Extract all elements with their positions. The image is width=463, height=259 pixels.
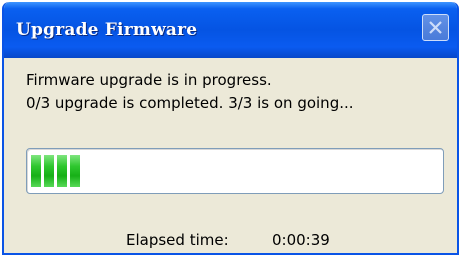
title-bar[interactable]: Upgrade Firmware bbox=[4, 2, 457, 58]
elapsed-time-value: 0:00:39 bbox=[272, 231, 330, 249]
progress-fill bbox=[31, 155, 80, 187]
progress-block bbox=[44, 155, 54, 187]
progress-block bbox=[70, 155, 80, 187]
window-title: Upgrade Firmware bbox=[16, 20, 198, 40]
status-message-line1: Firmware upgrade is in progress. bbox=[26, 71, 272, 89]
elapsed-time-label: Elapsed time: bbox=[126, 231, 229, 249]
upgrade-progress-bar bbox=[26, 148, 444, 194]
dialog-content: Firmware upgrade is in progress. 0/3 upg… bbox=[4, 58, 457, 253]
close-icon bbox=[429, 21, 442, 34]
progress-block bbox=[31, 155, 41, 187]
close-button[interactable] bbox=[422, 14, 449, 41]
progress-block bbox=[57, 155, 67, 187]
upgrade-firmware-dialog: Upgrade Firmware Firmware upgrade is in … bbox=[2, 2, 459, 255]
status-message-line2: 0/3 upgrade is completed. 3/3 is on goin… bbox=[26, 94, 354, 112]
